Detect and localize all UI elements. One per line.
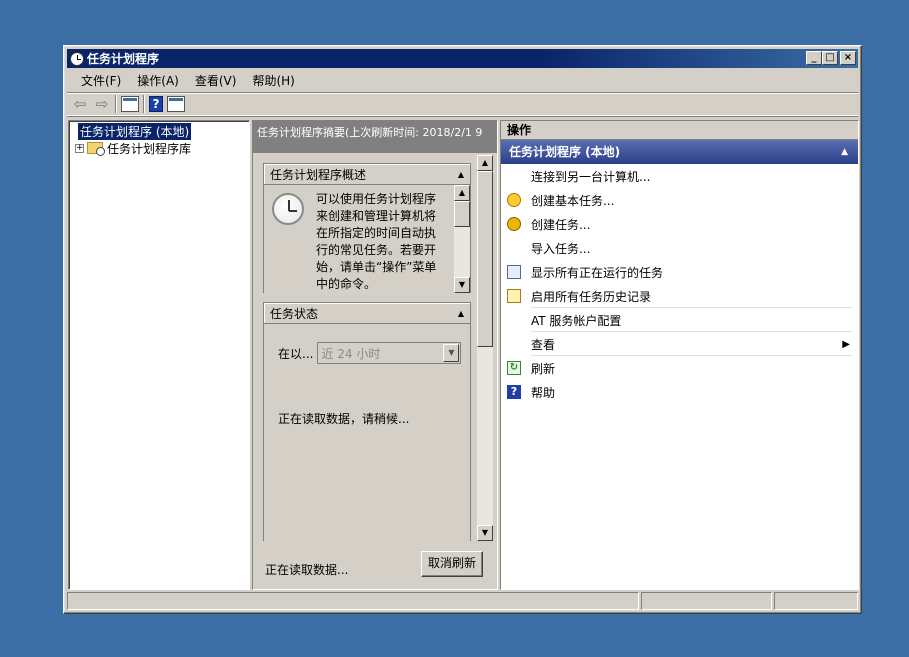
folder-clock-icon xyxy=(87,142,105,156)
actions-group-header[interactable]: 任务计划程序 (本地) ▲ xyxy=(501,140,858,164)
status-panel xyxy=(774,592,859,610)
scroll-up-button[interactable]: ▲ xyxy=(477,155,493,171)
clock-icon xyxy=(272,193,304,225)
collapse-icon[interactable]: ▲ xyxy=(841,140,848,164)
scroll-up-button[interactable]: ▲ xyxy=(454,185,470,201)
show-action-pane-icon[interactable] xyxy=(167,96,185,112)
overview-section: 任务计划程序概述 ▲ 可以使用任务计划程序来创建和管理计算机将在所指定的时间自动… xyxy=(263,163,471,293)
summary-content: 任务计划程序概述 ▲ 可以使用任务计划程序来创建和管理计算机将在所指定的时间自动… xyxy=(257,153,479,541)
menu-help[interactable]: 帮助(H) xyxy=(244,72,302,89)
action-label: 显示所有正在运行的任务 xyxy=(531,265,664,280)
action-show-running[interactable]: 显示所有正在运行的任务 xyxy=(501,260,858,284)
help-icon[interactable]: ? xyxy=(149,96,163,112)
close-button[interactable]: × xyxy=(840,51,856,65)
console-tree: 任务计划程序 (本地) + 任务计划程序库 xyxy=(68,120,250,590)
scroll-down-button[interactable]: ▼ xyxy=(477,525,493,541)
scroll-thumb[interactable] xyxy=(454,201,470,227)
tree-item-scheduler-local[interactable]: 任务计划程序 (本地) xyxy=(75,121,193,141)
minimize-button[interactable]: _ xyxy=(806,51,822,65)
status-panel xyxy=(67,592,639,610)
footer-status: 正在读取数据... xyxy=(265,563,349,577)
cancel-refresh-button[interactable]: 取消刷新 xyxy=(421,551,483,577)
actions-title: 操作 xyxy=(501,121,858,140)
overview-scrollbar[interactable]: ▲ ▼ xyxy=(454,185,470,293)
filter-label: 在以... xyxy=(278,346,314,361)
create-basic-task-icon xyxy=(507,193,521,207)
back-arrow-icon[interactable]: ⇦ xyxy=(71,95,89,113)
help-icon: ? xyxy=(507,385,521,399)
action-label: 帮助 xyxy=(531,385,556,400)
status-bar xyxy=(67,592,859,610)
time-range-select[interactable]: 近 24 小时 ▼ xyxy=(317,342,462,364)
running-tasks-icon xyxy=(507,265,521,279)
action-label: 刷新 xyxy=(531,361,556,376)
summary-scrollbar[interactable]: ▲ ▼ xyxy=(477,155,493,541)
maximize-button[interactable]: □ xyxy=(822,51,838,65)
action-label: 启用所有任务历史记录 xyxy=(531,289,652,304)
create-task-icon xyxy=(507,217,521,231)
refresh-icon: ↻ xyxy=(507,361,521,375)
collapse-icon[interactable]: ▲ xyxy=(458,309,464,318)
menu-action[interactable]: 操作(A) xyxy=(129,72,187,89)
action-label: 导入任务... xyxy=(531,241,591,256)
actions-pane: 操作 任务计划程序 (本地) ▲ 连接到另一台计算机... 创建基本任务... … xyxy=(500,120,859,590)
menu-view[interactable]: 查看(V) xyxy=(187,72,245,89)
submenu-arrow-icon: ▶ xyxy=(842,338,850,350)
action-label: 创建任务... xyxy=(531,217,591,232)
title-bar[interactable]: 任务计划程序 _ □ × xyxy=(67,49,858,68)
blank-icon xyxy=(507,313,521,327)
blank-icon xyxy=(507,241,521,255)
task-status-title: 任务状态 xyxy=(270,306,319,321)
expand-icon[interactable]: + xyxy=(75,143,84,153)
blank-icon xyxy=(507,169,521,183)
action-enable-history[interactable]: 启用所有任务历史记录 xyxy=(501,284,858,308)
toolbar: ⇦ ⇨ ? xyxy=(67,92,858,116)
action-help[interactable]: ? 帮助 xyxy=(501,380,858,404)
overview-header[interactable]: 任务计划程序概述 ▲ xyxy=(263,163,471,185)
toolbar-separator xyxy=(143,95,145,113)
task-status-header[interactable]: 任务状态 ▲ xyxy=(263,302,471,324)
task-status-section: 任务状态 ▲ 在以... 近 24 小时 ▼ 正在读取数据，请稍候... xyxy=(263,302,471,541)
task-history-icon xyxy=(507,289,521,303)
actions-group-label: 任务计划程序 (本地) xyxy=(509,145,621,159)
tree-item-label: 任务计划程序库 xyxy=(107,141,192,156)
action-label: 创建基本任务... xyxy=(531,193,615,208)
toolbar-separator xyxy=(115,95,117,113)
action-view[interactable]: 查看 ▶ xyxy=(501,332,858,356)
window-title: 任务计划程序 xyxy=(87,52,160,66)
action-create-basic-task[interactable]: 创建基本任务... xyxy=(501,188,858,212)
action-label: AT 服务帐户配置 xyxy=(531,313,622,328)
action-connect[interactable]: 连接到另一台计算机... xyxy=(501,164,858,188)
action-create-task[interactable]: 创建任务... xyxy=(501,212,858,236)
task-status-body: 在以... 近 24 小时 ▼ 正在读取数据，请稍候... xyxy=(263,324,471,541)
forward-arrow-icon[interactable]: ⇨ xyxy=(93,95,111,113)
action-label: 连接到另一台计算机... xyxy=(531,169,651,184)
show-console-tree-icon[interactable] xyxy=(121,96,139,112)
action-at-config[interactable]: AT 服务帐户配置 xyxy=(501,308,858,332)
menu-file[interactable]: 文件(F) xyxy=(73,72,129,89)
loading-message: 正在读取数据，请稍候... xyxy=(278,412,410,426)
tree-item-label: 任务计划程序 (本地) xyxy=(76,121,193,141)
overview-body: 可以使用任务计划程序来创建和管理计算机将在所指定的时间自动执行的常见任务。若要开… xyxy=(263,185,471,293)
overview-text: 可以使用任务计划程序来创建和管理计算机将在所指定的时间自动执行的常见任务。若要开… xyxy=(316,192,437,291)
status-panel xyxy=(640,592,773,610)
action-refresh[interactable]: ↻ 刷新 xyxy=(501,356,858,380)
clock-icon xyxy=(70,51,84,66)
blank-icon xyxy=(507,337,521,351)
action-import-task[interactable]: 导入任务... xyxy=(501,236,858,260)
tree-item-library[interactable]: + 任务计划程序库 xyxy=(75,140,191,156)
scroll-thumb[interactable] xyxy=(477,171,493,347)
scroll-down-button[interactable]: ▼ xyxy=(454,277,470,293)
overview-title: 任务计划程序概述 xyxy=(270,167,367,182)
chevron-down-icon[interactable]: ▼ xyxy=(443,344,460,362)
menu-bar: 文件(F) 操作(A) 查看(V) 帮助(H) xyxy=(67,70,858,90)
time-range-value: 近 24 小时 xyxy=(321,346,381,361)
action-label: 查看 xyxy=(531,337,556,352)
collapse-icon[interactable]: ▲ xyxy=(458,170,464,179)
summary-header: 任务计划程序摘要(上次刷新时间: 2018/2/1 9 xyxy=(253,121,497,153)
main-window: 任务计划程序 _ □ × 文件(F) 操作(A) 查看(V) 帮助(H) ⇦ ⇨… xyxy=(63,45,862,614)
summary-pane: 任务计划程序摘要(上次刷新时间: 2018/2/1 9 ▲ ▼ 任务计划程序概述… xyxy=(252,120,498,590)
summary-footer: 正在读取数据... 取消刷新 xyxy=(253,543,497,589)
